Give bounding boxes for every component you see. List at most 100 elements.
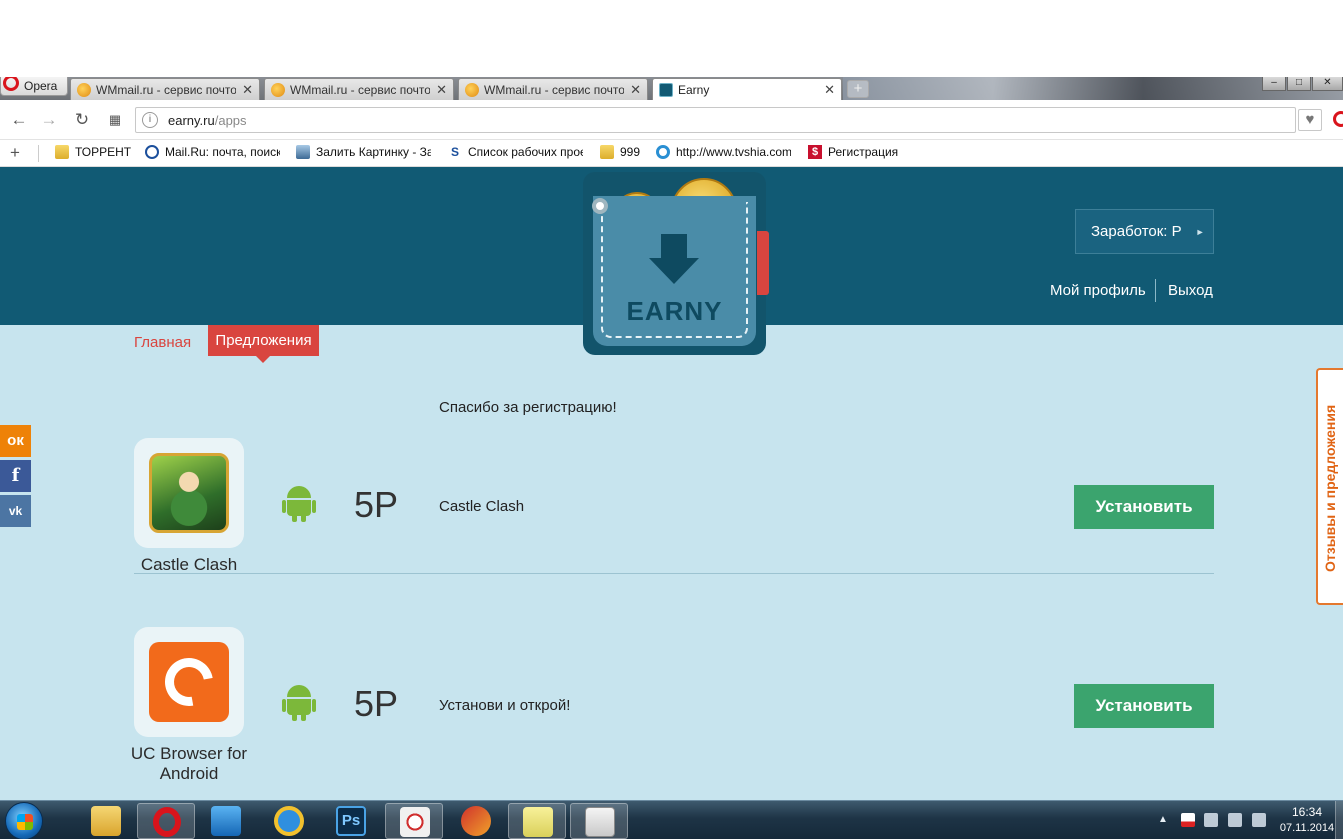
bookmark-projects[interactable]: S Список рабочих проектов [448, 145, 583, 159]
internet-explorer-icon [274, 806, 304, 836]
facebook-share-button[interactable]: f [0, 460, 31, 492]
taskbar-ccleaner[interactable] [447, 803, 505, 839]
nav-home-link[interactable]: Главная [134, 334, 191, 351]
image-icon [296, 145, 310, 159]
nav-offers-tab[interactable]: Предложения [208, 325, 319, 356]
folder-icon [91, 806, 121, 836]
bookmark-label: Регистрация [828, 145, 899, 159]
folder-icon [55, 145, 69, 159]
odnoklassniki-share-button[interactable]: ок [0, 425, 31, 457]
taskbar-document-reader[interactable] [570, 803, 628, 839]
tab-title: WMmail.ru - сервис почтовых рассылок [96, 82, 236, 97]
bookmark-heart-icon[interactable]: ♥ [1298, 109, 1322, 131]
url-host: earny.ru [168, 113, 215, 128]
taskbar-media-player[interactable] [197, 803, 255, 839]
vk-share-button[interactable]: vk [0, 495, 31, 527]
app-icon-card[interactable] [134, 438, 244, 548]
pocket-icon: EARNY [593, 196, 756, 346]
forward-arrow-icon[interactable]: → [39, 110, 59, 130]
minimize-icon[interactable]: – [1262, 77, 1286, 91]
castle-clash-icon [149, 453, 229, 533]
app-description: Castle Clash [439, 498, 525, 515]
add-bookmark-button[interactable]: + [10, 143, 20, 163]
power-icon[interactable] [1252, 813, 1266, 827]
download-arrow-icon [661, 234, 687, 260]
opera-extension-icon[interactable] [1333, 111, 1343, 127]
uc-squirrel-shape [155, 648, 223, 716]
folder-icon [600, 145, 614, 159]
address-toolbar: ← → ↻ ▦ i earny.ru/apps ♥ [0, 100, 1343, 140]
taskbar-opera[interactable] [137, 803, 195, 839]
my-profile-link[interactable]: Мой профиль [1050, 282, 1146, 299]
maximize-icon[interactable]: □ [1287, 77, 1311, 91]
app-reward: 5Р [354, 683, 399, 724]
taskbar-sticky-notes[interactable] [508, 803, 566, 839]
sticky-notes-icon [523, 807, 553, 837]
thanks-message: Спасибо за регистрацию! [439, 399, 617, 416]
rivet-icon [592, 198, 608, 214]
new-tab-button[interactable]: + [847, 80, 869, 98]
action-center-flag-icon[interactable] [1181, 813, 1195, 827]
taskbar-explorer[interactable] [77, 803, 135, 839]
reload-icon[interactable]: ↻ [72, 110, 92, 130]
taskbar-snipping-tool[interactable] [385, 803, 443, 839]
close-icon[interactable]: ✕ [630, 82, 641, 98]
close-icon[interactable]: ✕ [242, 82, 253, 98]
bookmark-label: Mail.Ru: почта, поиск в интернете [165, 145, 280, 159]
bookmarks-bar: + ТОРРЕНТ Mail.Ru: почта, поиск в интерн… [0, 140, 1343, 167]
back-arrow-icon[interactable]: ← [9, 110, 29, 130]
bookmark-mailru[interactable]: Mail.Ru: почта, поиск в интернете [145, 145, 280, 159]
install-button[interactable]: Установить [1074, 684, 1214, 728]
app-name: Castle Clash [140, 555, 238, 574]
taskbar-internet-explorer[interactable] [260, 803, 318, 839]
earnings-dropdown-button[interactable]: Заработок: Р ► [1075, 209, 1214, 254]
clock-date[interactable]: 07.11.2014 [1277, 822, 1337, 834]
start-button[interactable] [5, 802, 43, 839]
url-text: earny.ru/apps [168, 113, 247, 128]
tab-wmmail-1[interactable]: WMmail.ru - сервис почтовых рассылок ✕ [70, 78, 260, 100]
bookmark-torrent[interactable]: ТОРРЕНТ [55, 145, 135, 159]
tab-bar: Opera WMmail.ru - сервис почтовых рассыл… [0, 77, 1343, 100]
feedback-tab[interactable]: Отзывы и предложения [1316, 368, 1343, 605]
tray-expand-icon[interactable]: ▲ [1158, 814, 1168, 825]
logo-text: EARNY [626, 296, 723, 326]
earny-logo[interactable]: EARNY [583, 172, 769, 355]
app-description: Установи и открой! [439, 697, 571, 714]
windows-taskbar: Ps ▲ 16:34 07.11.2014 [0, 800, 1343, 839]
bookmark-tvshia[interactable]: http://www.tvshia.com [656, 145, 791, 159]
window-close-icon[interactable]: ✕ [1312, 77, 1343, 91]
opera-logo-icon [3, 77, 19, 91]
media-player-icon [211, 806, 241, 836]
opera-menu-button[interactable]: Opera [0, 77, 68, 96]
network-signal-icon[interactable] [1204, 813, 1218, 827]
tab-earny[interactable]: Earny ✕ [652, 78, 842, 100]
bookmark-registration[interactable]: $ Регистрация [808, 145, 908, 159]
tab-wmmail-3[interactable]: WMmail.ru - сервис почтовых рассылок ✕ [458, 78, 648, 100]
clock-time[interactable]: 16:34 [1277, 805, 1337, 819]
bookmark-label: Залить Картинку - Загрузить [316, 145, 431, 159]
tab-wmmail-2[interactable]: WMmail.ru - сервис почтовых рассылок ✕ [264, 78, 454, 100]
install-button[interactable]: Установить [1074, 485, 1214, 529]
system-tray: ▲ 16:34 07.11.2014 [1155, 801, 1343, 839]
taskbar-photoshop[interactable]: Ps [322, 803, 380, 839]
dollar-icon: $ [808, 145, 822, 159]
close-icon[interactable]: ✕ [436, 82, 447, 98]
logout-link[interactable]: Выход [1168, 282, 1213, 299]
bookmark-999[interactable]: 999 [600, 145, 645, 159]
close-icon[interactable]: ✕ [824, 82, 835, 98]
header-divider [1155, 279, 1156, 302]
logo-tag [757, 231, 769, 295]
caret-right-icon: ► [1195, 226, 1205, 237]
opera-icon [153, 807, 181, 837]
ccleaner-icon [461, 806, 491, 836]
address-input[interactable]: i earny.ru/apps [135, 107, 1296, 133]
bookmark-upload-image[interactable]: Залить Картинку - Загрузить [296, 145, 431, 159]
volume-icon[interactable] [1228, 813, 1242, 827]
site-info-icon[interactable]: i [142, 112, 158, 128]
app-icon-card[interactable] [134, 627, 244, 737]
speed-dial-grid-icon[interactable]: ▦ [105, 110, 125, 130]
document-icon [585, 807, 615, 837]
app-name: UC Browser for Android [130, 744, 248, 783]
show-desktop-button[interactable] [1335, 801, 1343, 839]
feedback-label: Отзывы и предложения [1322, 404, 1338, 572]
